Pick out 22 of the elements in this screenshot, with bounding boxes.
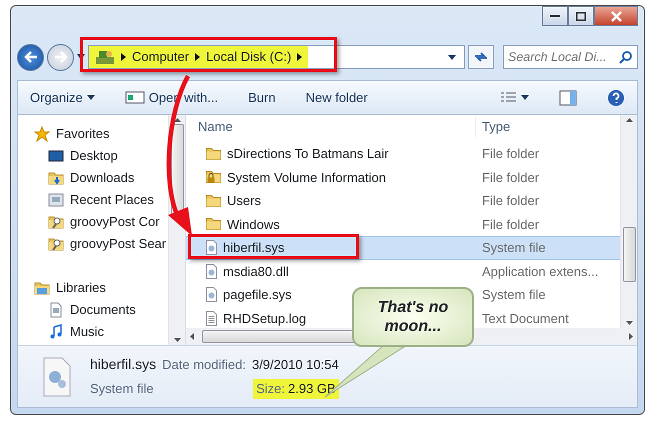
file-type: Application extens... <box>481 262 598 281</box>
date-value: 3/9/2010 10:54 <box>252 356 339 374</box>
file-name: RHDSetup.log <box>223 310 306 328</box>
file-type: File folder <box>481 168 540 186</box>
file-type: System file <box>481 239 546 257</box>
file-type: File folder <box>481 145 540 163</box>
file-type: System file <box>481 286 546 304</box>
file-type: File folder <box>481 216 540 234</box>
file-name: pagefile.sys <box>223 286 292 304</box>
file-name: hiberfil.sys <box>90 355 156 374</box>
file-name: hiberfil.sys <box>223 239 284 257</box>
file-name: sDirections To Batmans Lair <box>227 145 389 163</box>
size-label: Size: <box>256 380 286 398</box>
file-type: File folder <box>481 192 540 210</box>
file-name: Windows <box>227 216 280 234</box>
file-name: msdia80.dll <box>223 262 289 280</box>
file-name: Users <box>227 192 261 210</box>
file-name: System Volume Information <box>227 168 386 187</box>
callout-tooltip: That's no moon... <box>352 287 474 347</box>
file-type: System file <box>90 380 155 398</box>
date-label: Date modified: <box>162 356 246 374</box>
file-type: Text Document <box>481 310 569 328</box>
